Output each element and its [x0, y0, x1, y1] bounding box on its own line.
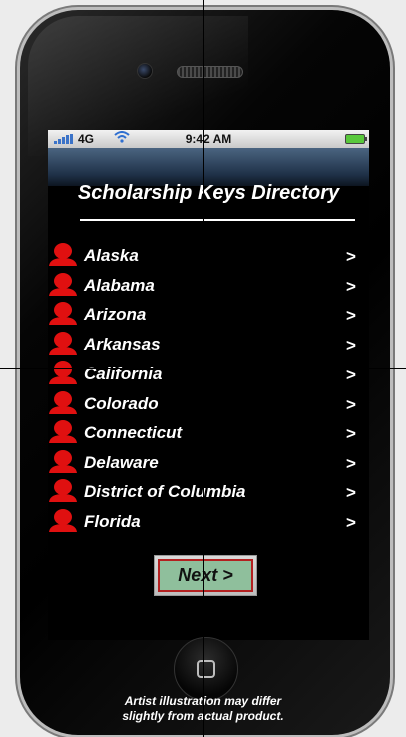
- chevron-right-icon: >: [346, 335, 356, 355]
- list-item-label: California: [84, 364, 163, 383]
- chevron-right-icon: >: [346, 306, 356, 325]
- person-icon: [48, 302, 78, 326]
- list-item-label: Arizona: [84, 305, 147, 324]
- list-item-label: Connecticut: [84, 423, 183, 442]
- chevron-right-icon: >: [346, 424, 356, 443]
- person-icon: [48, 331, 78, 356]
- battery-icon: [345, 134, 367, 144]
- person-icon: [48, 479, 78, 503]
- status-bar: 4G 9:42 AM: [48, 130, 369, 148]
- list-item[interactable]: Alabama >: [48, 270, 369, 300]
- guide-line-horizontal: [0, 368, 406, 369]
- status-time: 9:42 AM: [185, 132, 232, 146]
- list-item-label: Delaware: [84, 452, 159, 472]
- list-item-label: District of Columbia: [84, 482, 246, 501]
- next-button[interactable]: Next >: [154, 555, 257, 596]
- person-icon: [48, 508, 78, 533]
- title-divider: [80, 219, 355, 221]
- list-item[interactable]: Arkansas >: [48, 329, 369, 359]
- person-icon: [48, 449, 78, 474]
- list-item[interactable]: District of Columbia >: [48, 476, 369, 506]
- chevron-right-icon: >: [346, 453, 356, 473]
- list-item-label: Colorado: [84, 393, 159, 413]
- chevron-right-icon: >: [346, 512, 356, 532]
- person-icon: [48, 243, 78, 267]
- speaker-grille: [177, 66, 243, 78]
- page-title: Scholarship Keys Directory: [77, 182, 340, 204]
- camera-icon: [137, 63, 153, 79]
- person-icon: [48, 390, 78, 415]
- list-item-label: Florida: [84, 511, 141, 531]
- next-button-label: Next >: [158, 559, 253, 592]
- list-item[interactable]: Connecticut >: [48, 417, 369, 447]
- chevron-right-icon: >: [346, 247, 356, 266]
- list-item-label: Alabama: [84, 275, 155, 295]
- state-list: Alaska > Alabama > Arizona > Arkansas > Californ…: [48, 240, 369, 535]
- home-square-icon: [197, 660, 215, 678]
- screen: 4G 9:42 AM Scholarship Keys Directory Al…: [48, 130, 369, 640]
- person-icon: [48, 420, 78, 444]
- chevron-right-icon: >: [346, 483, 356, 502]
- list-item-label: Arkansas: [84, 334, 161, 354]
- list-item[interactable]: Colorado >: [48, 388, 369, 418]
- list-item-label: Alaska: [84, 246, 139, 265]
- list-item[interactable]: Arizona >: [48, 299, 369, 329]
- list-item[interactable]: Delaware >: [48, 447, 369, 477]
- list-item[interactable]: Alaska >: [48, 240, 369, 270]
- chevron-right-icon: >: [346, 394, 356, 414]
- list-item[interactable]: Florida >: [48, 506, 369, 536]
- home-button-icon[interactable]: [174, 637, 238, 701]
- person-icon: [48, 272, 78, 297]
- nav-band: [48, 148, 369, 186]
- chevron-right-icon: >: [346, 276, 356, 296]
- list-item[interactable]: California >: [48, 358, 369, 388]
- person-icon: [48, 361, 78, 385]
